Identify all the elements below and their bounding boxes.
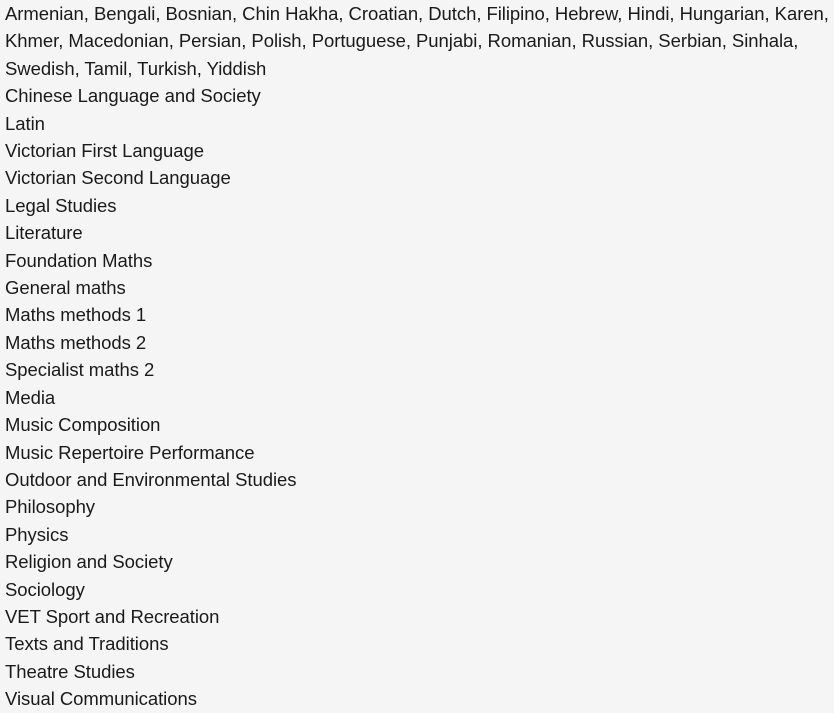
list-item: Physics	[5, 523, 69, 545]
list-item: Music Composition	[5, 414, 161, 436]
list-item: General maths	[5, 277, 126, 299]
list-item: Legal Studies	[5, 194, 117, 216]
list-item: Texts and Traditions	[5, 633, 169, 655]
list-item: Victorian Second Language	[5, 167, 231, 189]
list-item: Religion and Society	[5, 551, 173, 573]
list-item: Specialist maths 2	[5, 359, 155, 381]
list-item: Music Repertoire Performance	[5, 441, 255, 463]
list-item: Theatre Studies	[5, 660, 135, 682]
list-item: Visual Communications	[5, 688, 197, 710]
list-item: Victorian First Language	[5, 140, 204, 162]
list-item: Media	[5, 386, 56, 408]
list-item: Latin	[5, 112, 45, 134]
list-item: Outdoor and Environmental Studies	[5, 468, 297, 490]
list-item: VET Sport and Recreation	[5, 605, 220, 627]
subject-list: Armenian, Bengali, Bosnian, Chin Hakha, …	[5, 0, 834, 713]
list-item: Sociology	[5, 578, 85, 600]
list-item: Foundation Maths	[5, 249, 153, 271]
list-item: Chinese Language and Society	[5, 85, 261, 107]
list-item: Maths methods 2	[5, 331, 147, 353]
list-item: Literature	[5, 222, 83, 244]
list-item: Philosophy	[5, 496, 96, 518]
list-item: Maths methods 1	[5, 304, 147, 326]
list-item: Armenian, Bengali, Bosnian, Chin Hakha, …	[5, 3, 829, 79]
